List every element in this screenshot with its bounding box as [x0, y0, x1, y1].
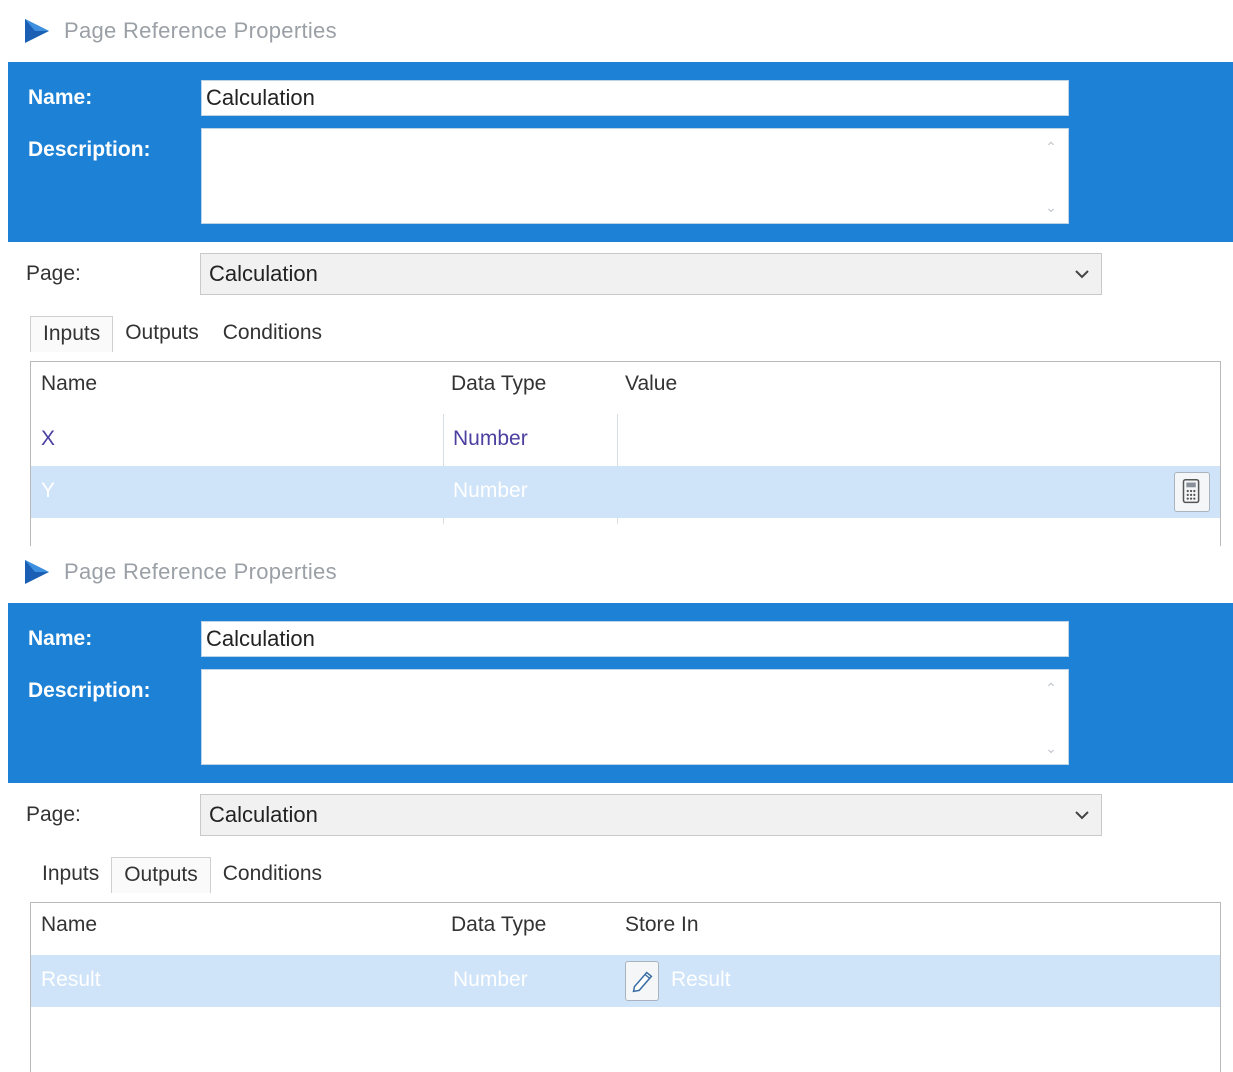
name-input[interactable]	[201, 80, 1069, 116]
description-input[interactable]	[201, 669, 1069, 765]
grid-header: Name Data Type Store In	[31, 903, 1220, 955]
name-label: Name:	[28, 86, 93, 109]
chevron-down-icon[interactable]	[1071, 263, 1093, 285]
name-input[interactable]	[201, 621, 1069, 657]
column-header-store-in[interactable]: Store In	[625, 913, 699, 937]
grid-header: Name Data Type Value	[31, 362, 1220, 414]
tab-outputs[interactable]: Outputs	[113, 316, 211, 352]
tab-inputs[interactable]: Inputs	[30, 857, 111, 893]
column-header-name[interactable]: Name	[41, 913, 97, 937]
table-row[interactable]: Result Number Result	[31, 955, 1220, 1007]
calculator-icon[interactable]	[1174, 472, 1210, 512]
description-label: Description:	[28, 679, 151, 702]
page-label: Page:	[26, 262, 81, 285]
dialog-title-bar: Page Reference Properties	[22, 555, 337, 589]
dialog-title: Page Reference Properties	[64, 559, 337, 584]
row-data-type: Number	[453, 427, 528, 450]
tab-conditions[interactable]: Conditions	[211, 316, 334, 352]
outputs-grid: Name Data Type Store In Result Number Re…	[30, 902, 1221, 1072]
row-data-type: Number	[453, 479, 528, 502]
page-select[interactable]: Calculation	[200, 794, 1102, 836]
column-header-name[interactable]: Name	[41, 372, 97, 396]
page-select[interactable]: Calculation	[200, 253, 1102, 295]
name-label: Name:	[28, 627, 93, 650]
tab-strip: Inputs Outputs Conditions	[30, 316, 334, 354]
scroll-up-icon[interactable]: ⌃	[1042, 679, 1060, 697]
row-store-in[interactable]: Result	[671, 968, 731, 992]
tab-conditions[interactable]: Conditions	[211, 857, 334, 893]
tab-inputs[interactable]: Inputs	[30, 316, 114, 352]
scroll-down-icon[interactable]: ⌄	[1042, 739, 1060, 757]
page-select-value: Calculation	[209, 261, 318, 286]
inputs-grid: Name Data Type Value X Number Y Number	[30, 361, 1221, 546]
row-data-type: Number	[453, 968, 528, 991]
description-input[interactable]	[201, 128, 1069, 224]
tab-strip: Inputs Outputs Conditions	[30, 857, 334, 895]
blue-prism-logo-icon	[25, 560, 49, 584]
description-scrollbar[interactable]: ⌃ ⌄	[1036, 671, 1066, 763]
column-header-data-type[interactable]: Data Type	[451, 913, 546, 937]
header-band: Name: Description: ⌃ ⌄	[8, 603, 1233, 783]
row-name: X	[41, 427, 56, 450]
data-item-icon[interactable]	[625, 961, 659, 1001]
column-header-value[interactable]: Value	[625, 372, 677, 396]
blue-prism-logo-icon	[25, 19, 49, 43]
header-band: Name: Description: ⌃ ⌄	[8, 62, 1233, 242]
table-row[interactable]: Y Number	[31, 466, 1220, 518]
scroll-down-icon[interactable]: ⌄	[1042, 198, 1060, 216]
column-header-data-type[interactable]: Data Type	[451, 372, 546, 396]
page-select-value: Calculation	[209, 802, 318, 827]
table-row[interactable]: X Number	[31, 414, 1220, 466]
row-name: Y	[41, 479, 56, 502]
row-name: Result	[41, 968, 101, 991]
description-scrollbar[interactable]: ⌃ ⌄	[1036, 130, 1066, 222]
description-label: Description:	[28, 138, 151, 161]
chevron-down-icon[interactable]	[1071, 804, 1093, 826]
tab-outputs[interactable]: Outputs	[111, 857, 211, 893]
page-label: Page:	[26, 803, 81, 826]
dialog-title-bar: Page Reference Properties	[22, 14, 337, 48]
dialog-title: Page Reference Properties	[64, 18, 337, 43]
scroll-up-icon[interactable]: ⌃	[1042, 138, 1060, 156]
